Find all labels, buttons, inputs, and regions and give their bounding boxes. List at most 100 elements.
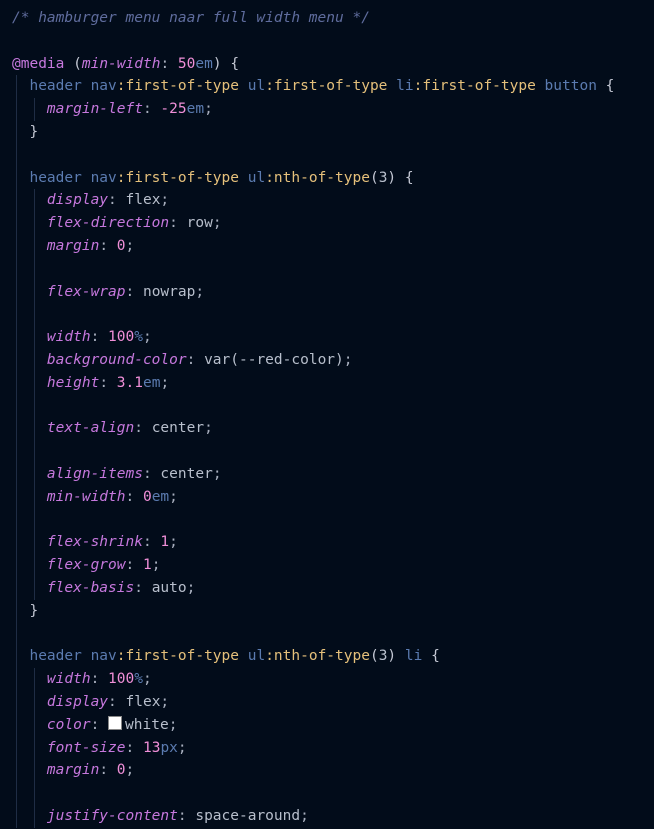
code-line[interactable]: header nav:first-of-type ul:nth-of-type(… <box>12 645 654 669</box>
code-area[interactable]: /* hamburger menu naar full width menu *… <box>12 7 654 828</box>
indent-guide <box>16 394 17 418</box>
indent-guide <box>34 668 36 691</box>
code-token-value: flex <box>125 693 161 710</box>
code-line[interactable] <box>12 303 654 327</box>
code-token-punct: ; <box>204 101 213 118</box>
code-token-punct: : <box>186 351 205 368</box>
code-token-brace: { <box>605 78 615 95</box>
indent-guide <box>16 690 17 714</box>
code-token-punct: : <box>177 807 196 824</box>
code-line[interactable]: display: flex; <box>12 189 654 213</box>
code-line[interactable]: margin-left: -25em; <box>12 98 654 121</box>
indent-guide <box>16 485 17 509</box>
indent-guide <box>16 508 17 532</box>
code-line[interactable] <box>12 257 654 281</box>
code-line[interactable]: min-width: 0em; <box>12 485 654 509</box>
code-editor[interactable]: /* hamburger menu naar full width menu *… <box>0 0 654 829</box>
code-token-punct: : <box>99 237 117 254</box>
code-line[interactable]: flex-shrink: 1; <box>12 531 654 555</box>
indent-guide <box>34 440 36 463</box>
code-token-prop: height <box>12 374 100 391</box>
indent-guide <box>34 234 36 258</box>
code-token-punct: ; <box>142 671 152 688</box>
code-token-value: nowrap <box>142 283 196 300</box>
code-line[interactable]: width: 100%; <box>12 326 654 349</box>
code-line[interactable]: justify-content: space-around; <box>12 804 654 828</box>
code-line[interactable] <box>12 440 654 463</box>
code-token-punct: : <box>108 192 126 209</box>
indent-guide <box>16 371 17 395</box>
code-line[interactable]: header nav:first-of-type ul:nth-of-type(… <box>12 166 654 190</box>
code-line[interactable] <box>12 782 654 805</box>
code-token-tag: header nav <box>12 648 117 665</box>
code-token-unit: % <box>134 329 143 346</box>
code-token-punct: ; <box>186 579 196 596</box>
code-line[interactable]: display: flex; <box>12 690 654 714</box>
code-line[interactable]: flex-direction: row; <box>12 212 654 235</box>
code-line[interactable]: } <box>12 120 654 144</box>
code-token-unit: em <box>151 488 170 505</box>
code-token-prop: color <box>12 716 91 733</box>
code-token-prop: flex-grow <box>12 557 126 574</box>
code-line[interactable]: header nav:first-of-type ul:first-of-typ… <box>12 75 654 99</box>
code-line[interactable]: height: 3.1em; <box>12 371 654 395</box>
indent-guide <box>34 212 36 235</box>
code-line[interactable] <box>12 508 654 532</box>
indent-guide <box>16 98 17 121</box>
code-token-prop: flex-shrink <box>12 534 143 551</box>
indent-guide <box>34 759 36 783</box>
code-token-punct: ; <box>343 351 353 368</box>
indent-guide <box>34 189 36 213</box>
code-token-num: 13 <box>142 739 161 756</box>
color-swatch-icon[interactable] <box>108 715 123 730</box>
code-token-prop: margin-left <box>12 101 143 118</box>
code-token-paren: ) <box>212 55 231 72</box>
indent-guide <box>16 782 17 805</box>
code-line[interactable]: @media (min-width: 50em) { <box>12 53 654 76</box>
code-line[interactable]: margin: 0; <box>12 759 654 783</box>
indent-guide <box>16 75 17 99</box>
code-line[interactable]: flex-basis: auto; <box>12 576 654 600</box>
code-token-punct: : <box>90 716 109 733</box>
indent-guide <box>16 668 17 691</box>
code-line[interactable] <box>12 622 654 646</box>
code-line[interactable]: /* hamburger menu naar full width menu *… <box>12 7 654 30</box>
code-line[interactable]: align-items: center; <box>12 462 654 486</box>
indent-guide <box>34 554 36 577</box>
code-token-unit: px <box>160 739 178 756</box>
code-token-unit: % <box>134 671 143 688</box>
code-token-punct: ; <box>168 716 178 733</box>
indent-guide <box>34 371 36 395</box>
code-token-tag: header nav <box>12 169 117 186</box>
code-token-prop: display <box>12 693 109 710</box>
code-token-punct: ; <box>212 215 222 232</box>
code-line[interactable]: width: 100%; <box>12 668 654 691</box>
indent-guide <box>16 417 17 441</box>
code-token-paren: ) <box>387 648 397 665</box>
indent-guide <box>34 417 36 441</box>
indent-guide <box>34 348 36 372</box>
code-token-comment: /* hamburger menu naar full width menu *… <box>12 10 370 26</box>
code-line[interactable]: flex-grow: 1; <box>12 554 654 577</box>
code-token-punct: ; <box>142 329 152 346</box>
code-line[interactable]: flex-wrap: nowrap; <box>12 280 654 304</box>
code-token-pseudo: :first-of-type <box>116 78 239 95</box>
code-token-paren: ( <box>369 169 379 186</box>
code-line[interactable]: } <box>12 599 654 623</box>
code-token-atrule: @media <box>12 55 65 72</box>
code-token-pseudo: :first-of-type <box>116 648 239 665</box>
code-token-punct: : <box>125 557 143 574</box>
code-line[interactable]: background-color: var(--red-color); <box>12 348 654 372</box>
code-token-punct: : <box>125 488 143 505</box>
code-line[interactable] <box>12 30 654 53</box>
code-token-tag: li <box>387 78 414 95</box>
code-token-pseudo: :nth-of-type <box>265 169 370 186</box>
code-token-prop: display <box>12 192 109 209</box>
code-line[interactable]: font-size: 13px; <box>12 736 654 760</box>
code-token-unit: em <box>186 101 205 118</box>
code-line[interactable] <box>12 143 654 167</box>
code-line[interactable] <box>12 394 654 418</box>
code-line[interactable]: text-align: center; <box>12 417 654 441</box>
code-line[interactable]: margin: 0; <box>12 234 654 258</box>
code-line[interactable]: color: white; <box>12 713 654 737</box>
